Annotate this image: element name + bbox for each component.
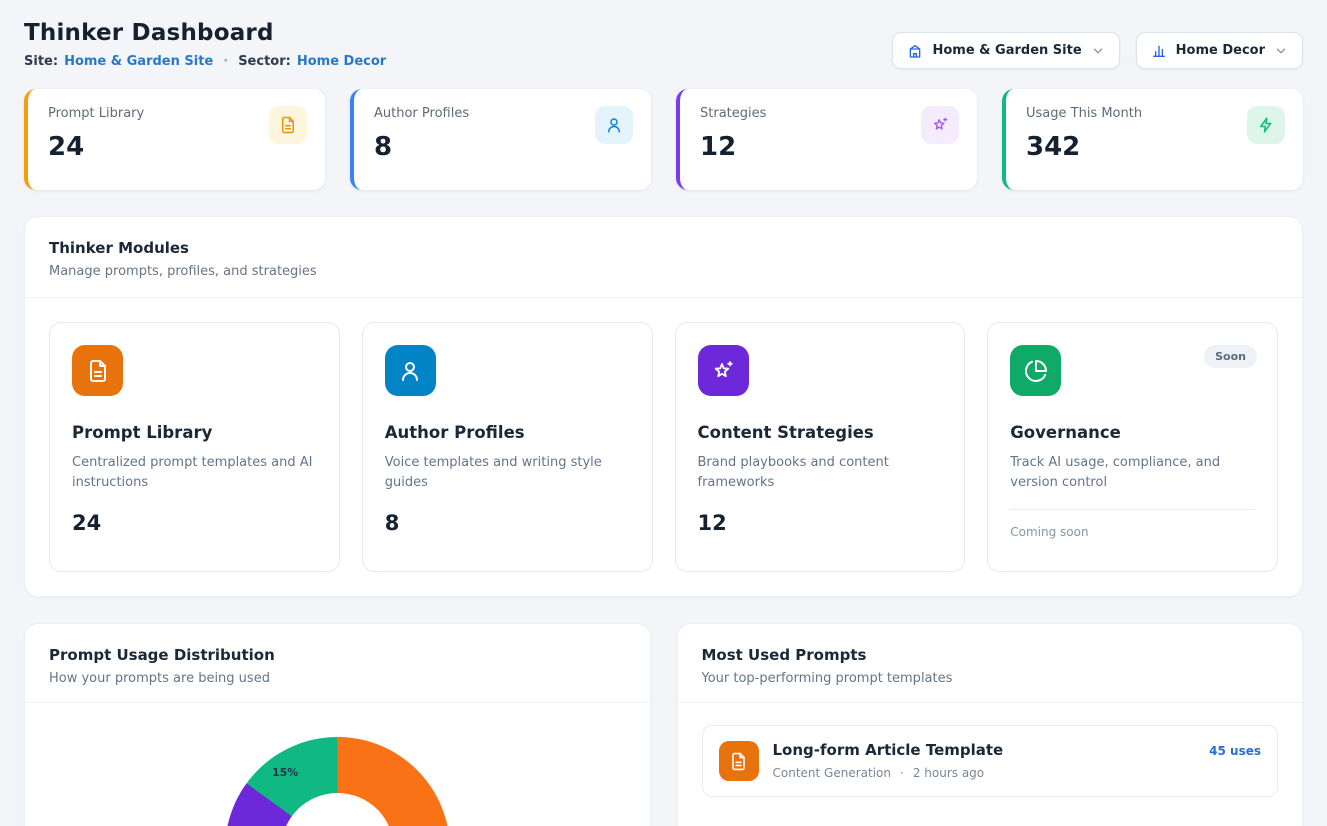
module-description: Track AI usage, compliance, and version … (1010, 453, 1255, 493)
pie-chart-icon (1010, 345, 1061, 396)
stat-card-usage[interactable]: Usage This Month 342 (1002, 89, 1303, 190)
usage-distribution-title: Prompt Usage Distribution (49, 646, 626, 664)
donut-chart: 15% (225, 737, 450, 826)
chevron-down-icon (1091, 44, 1105, 58)
usage-distribution-header: Prompt Usage Distribution How your promp… (25, 624, 650, 703)
page-title: Thinker Dashboard (24, 20, 386, 46)
module-card-author-profiles[interactable]: Author Profiles Voice templates and writ… (362, 322, 653, 572)
user-icon (595, 106, 633, 144)
sparkle-star-icon (698, 345, 749, 396)
building-icon (907, 43, 923, 59)
sector-link[interactable]: Home Decor (297, 54, 386, 69)
stats-row: Prompt Library 24 Author Profiles 8 Stra… (24, 89, 1303, 190)
prompt-item-meta: Content Generation · 2 hours ago (773, 766, 1004, 780)
modules-grid: Prompt Library Centralized prompt templa… (25, 298, 1302, 596)
prompt-item-title: Long-form Article Template (773, 741, 1004, 759)
site-selector-label: Home & Garden Site (932, 43, 1081, 58)
module-count: 12 (698, 511, 943, 535)
module-count: 8 (385, 511, 630, 535)
module-description: Centralized prompt templates and AI inst… (72, 453, 317, 493)
module-card-content-strategies[interactable]: Content Strategies Brand playbooks and c… (675, 322, 966, 572)
module-card-governance[interactable]: Soon Governance Track AI usage, complian… (987, 322, 1278, 572)
stat-label: Usage This Month (1026, 106, 1283, 121)
prompt-list-item[interactable]: Long-form Article Template Content Gener… (702, 725, 1279, 797)
prompt-list: Long-form Article Template Content Gener… (678, 703, 1303, 819)
separator-dot: · (900, 766, 904, 780)
stat-card-prompt-library[interactable]: Prompt Library 24 (24, 89, 325, 190)
lightning-icon (1247, 106, 1285, 144)
bottom-row: Prompt Usage Distribution How your promp… (24, 623, 1303, 826)
module-title: Author Profiles (385, 423, 630, 442)
most-used-subtitle: Your top-performing prompt templates (702, 671, 1279, 686)
prompt-item-time: 2 hours ago (913, 766, 984, 780)
uses-badge: 45 uses (1209, 741, 1261, 758)
most-used-title: Most Used Prompts (702, 646, 1279, 664)
usage-distribution-subtitle: How your prompts are being used (49, 671, 626, 686)
sector-selector-label: Home Decor (1176, 43, 1265, 58)
module-description: Voice templates and writing style guides (385, 453, 630, 493)
site-label: Site: (24, 54, 58, 69)
site-selector-dropdown[interactable]: Home & Garden Site (892, 32, 1119, 69)
header: Thinker Dashboard Site: Home & Garden Si… (24, 20, 1303, 69)
module-title: Governance (1010, 423, 1255, 442)
module-count: 24 (72, 511, 317, 535)
donut-segment-label: 15% (272, 766, 298, 779)
modules-header: Thinker Modules Manage prompts, profiles… (25, 217, 1302, 297)
prompt-item-category: Content Generation (773, 766, 891, 780)
breadcrumb: Site: Home & Garden Site · Sector: Home … (24, 54, 386, 69)
stat-value: 12 (700, 132, 957, 162)
stat-value: 24 (48, 132, 305, 162)
title-block: Thinker Dashboard Site: Home & Garden Si… (24, 20, 386, 69)
stat-card-author-profiles[interactable]: Author Profiles 8 (350, 89, 651, 190)
most-used-prompts-card: Most Used Prompts Your top-performing pr… (677, 623, 1304, 826)
modules-subtitle: Manage prompts, profiles, and strategies (49, 264, 1278, 279)
document-icon (269, 106, 307, 144)
bar-chart-icon (1151, 43, 1167, 59)
chart-area: 15% (25, 703, 650, 826)
sparkle-star-icon (921, 106, 959, 144)
module-title: Prompt Library (72, 423, 317, 442)
stat-label: Author Profiles (374, 106, 631, 121)
site-link[interactable]: Home & Garden Site (64, 54, 213, 69)
donut-hole (281, 793, 394, 826)
most-used-header: Most Used Prompts Your top-performing pr… (678, 624, 1303, 703)
dashboard-page: Thinker Dashboard Site: Home & Garden Si… (0, 0, 1327, 826)
prompt-item-text: Long-form Article Template Content Gener… (773, 741, 1004, 780)
modules-title: Thinker Modules (49, 239, 1278, 257)
usage-distribution-card: Prompt Usage Distribution How your promp… (24, 623, 651, 826)
chevron-down-icon (1274, 44, 1288, 58)
module-card-prompt-library[interactable]: Prompt Library Centralized prompt templa… (49, 322, 340, 572)
thinker-modules-section: Thinker Modules Manage prompts, profiles… (24, 216, 1303, 597)
coming-soon-text: Coming soon (1010, 509, 1255, 539)
module-description: Brand playbooks and content frameworks (698, 453, 943, 493)
soon-badge: Soon (1204, 345, 1257, 368)
stat-value: 342 (1026, 132, 1283, 162)
document-icon (719, 741, 759, 781)
sector-selector-dropdown[interactable]: Home Decor (1136, 32, 1303, 69)
stat-card-strategies[interactable]: Strategies 12 (676, 89, 977, 190)
document-icon (72, 345, 123, 396)
stat-value: 8 (374, 132, 631, 162)
sector-label: Sector: (238, 54, 291, 69)
separator-dot: · (223, 54, 228, 69)
module-title: Content Strategies (698, 423, 943, 442)
stat-label: Strategies (700, 106, 957, 121)
header-selectors: Home & Garden Site Home Decor (892, 32, 1303, 69)
stat-label: Prompt Library (48, 106, 305, 121)
user-icon (385, 345, 436, 396)
